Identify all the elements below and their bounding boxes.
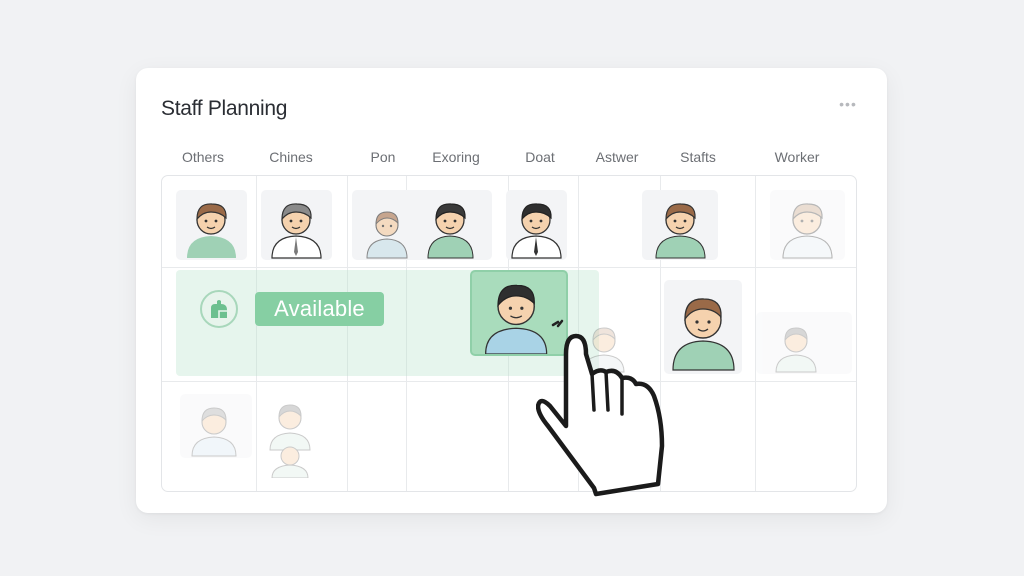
staff-avatar[interactable] <box>261 190 332 260</box>
staff-avatar[interactable] <box>664 280 742 374</box>
more-icon[interactable]: ••• <box>836 96 860 116</box>
column-header-5[interactable]: Astwer <box>596 149 639 165</box>
staff-avatar[interactable] <box>770 190 845 260</box>
staff-avatar <box>262 394 318 478</box>
staff-avatar[interactable] <box>176 190 247 260</box>
staff-avatar <box>576 314 632 374</box>
staff-avatar[interactable] <box>506 190 567 260</box>
panel-title: Staff Planning <box>161 97 288 120</box>
calendar-badge-icon[interactable] <box>200 290 238 328</box>
column-header-4[interactable]: Doat <box>525 149 555 165</box>
staff-planning-panel: Staff Planning ••• Others Chines Pon Exo… <box>136 68 887 513</box>
column-header-2[interactable]: Pon <box>371 149 396 165</box>
column-header-6[interactable]: Stafts <box>680 149 716 165</box>
column-header-3[interactable]: Exoring <box>432 149 479 165</box>
status-badge: Available <box>255 292 384 326</box>
column-header-1[interactable]: Chines <box>269 149 313 165</box>
staff-avatar[interactable] <box>642 190 718 260</box>
column-header-7[interactable]: Worker <box>775 149 820 165</box>
staff-avatar-group[interactable] <box>352 190 492 260</box>
dragged-staff-avatar[interactable] <box>470 270 568 356</box>
grid-row-divider <box>162 381 856 382</box>
grid-row-divider <box>162 267 856 268</box>
staff-avatar <box>180 394 252 458</box>
column-header-0[interactable]: Others <box>182 149 224 165</box>
staff-avatar <box>756 312 852 374</box>
